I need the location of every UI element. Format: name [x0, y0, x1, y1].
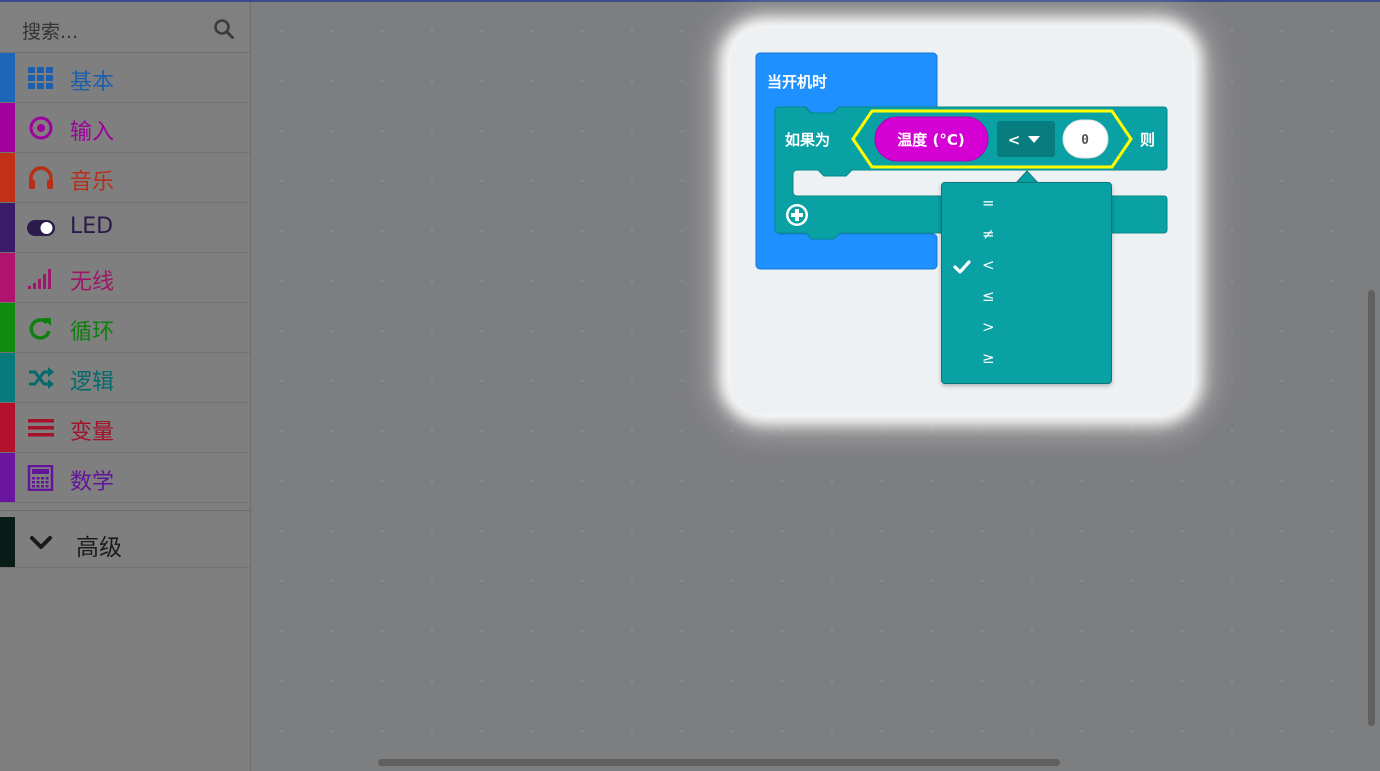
- toggle-icon: [27, 220, 55, 236]
- category-label: 数学: [70, 470, 115, 495]
- operator-option-label: =: [982, 194, 995, 212]
- category-item[interactable]: 输入: [0, 103, 250, 153]
- category-color-bar: [0, 517, 15, 567]
- checkmark-icon: [953, 260, 971, 274]
- category-color-bar: [0, 153, 15, 202]
- operator-menu: = ≠ < ≤ > ≥: [941, 182, 1112, 384]
- signal-icon: [28, 269, 51, 289]
- category-color-bar: [0, 403, 15, 452]
- operator-option-label: ≥: [982, 349, 995, 367]
- category-label: 逻辑: [70, 370, 115, 395]
- category-label: 无线: [70, 270, 115, 295]
- if-label: 如果为: [785, 131, 830, 149]
- operator-option-label: >: [982, 318, 995, 336]
- category-color-bar: [0, 253, 15, 302]
- category-label: 基本: [70, 70, 115, 95]
- category-label: 输入: [70, 120, 115, 145]
- then-label: 则: [1140, 131, 1155, 149]
- horizontal-scrollbar[interactable]: [378, 759, 1060, 766]
- operator-option[interactable]: ≥: [942, 345, 1111, 375]
- category-color-bar: [0, 353, 15, 402]
- category-label: 循环: [70, 320, 115, 345]
- headphones-icon: [29, 166, 53, 189]
- search-icon[interactable]: [213, 18, 235, 40]
- vertical-scrollbar[interactable]: [1368, 290, 1375, 726]
- category-color-bar: [0, 53, 15, 102]
- calculator-icon: [27, 465, 54, 491]
- category-item[interactable]: LED: [0, 203, 250, 253]
- category-advanced[interactable]: 高级: [0, 517, 250, 568]
- search-input[interactable]: 搜索...: [22, 17, 78, 44]
- category-item[interactable]: 循环: [0, 303, 250, 353]
- category-item[interactable]: 音乐: [0, 153, 250, 203]
- grid-icon: [28, 67, 53, 89]
- search-box[interactable]: 搜索...: [0, 2, 250, 53]
- category-item[interactable]: 基本: [0, 53, 250, 103]
- operator-option-label: <: [982, 256, 995, 274]
- operator-option[interactable]: ≠: [942, 221, 1111, 251]
- category-item[interactable]: 数学: [0, 453, 250, 503]
- category-advanced-label: 高级: [76, 535, 122, 561]
- operator-option[interactable]: <: [942, 252, 1111, 282]
- on-start-label: 当开机时: [767, 73, 827, 91]
- value-text: 0: [1081, 133, 1089, 148]
- refresh-icon: [29, 318, 51, 340]
- chevron-down-icon: [30, 536, 52, 549]
- operator-option[interactable]: >: [942, 314, 1111, 344]
- operator-dropdown[interactable]: [997, 121, 1055, 157]
- category-color-bar: [0, 103, 15, 152]
- category-color-bar: [0, 303, 15, 352]
- temperature-label: 温度 (°C): [897, 131, 964, 149]
- operator-value: <: [1008, 131, 1021, 149]
- category-item[interactable]: 变量: [0, 403, 250, 453]
- category-item[interactable]: 无线: [0, 253, 250, 303]
- category-item[interactable]: 逻辑: [0, 353, 250, 403]
- shuffle-icon: [29, 367, 54, 389]
- operator-option[interactable]: =: [942, 190, 1111, 220]
- toolbox-divider: [0, 510, 250, 511]
- toolbox: 搜索... 基本输入音乐 LED 无线循环逻辑变量数学 高级: [0, 2, 251, 771]
- category-label: 音乐: [70, 170, 115, 195]
- operator-option[interactable]: ≤: [942, 283, 1111, 313]
- add-else-icon[interactable]: [786, 204, 808, 226]
- operator-option-label: ≠: [982, 225, 995, 243]
- category-color-bar: [0, 203, 15, 252]
- category-label: LED: [70, 214, 114, 239]
- target-icon: [29, 116, 53, 140]
- list-lines-icon: [28, 419, 54, 437]
- category-label: 变量: [70, 420, 115, 445]
- operator-option-label: ≤: [982, 287, 995, 305]
- category-color-bar: [0, 453, 15, 502]
